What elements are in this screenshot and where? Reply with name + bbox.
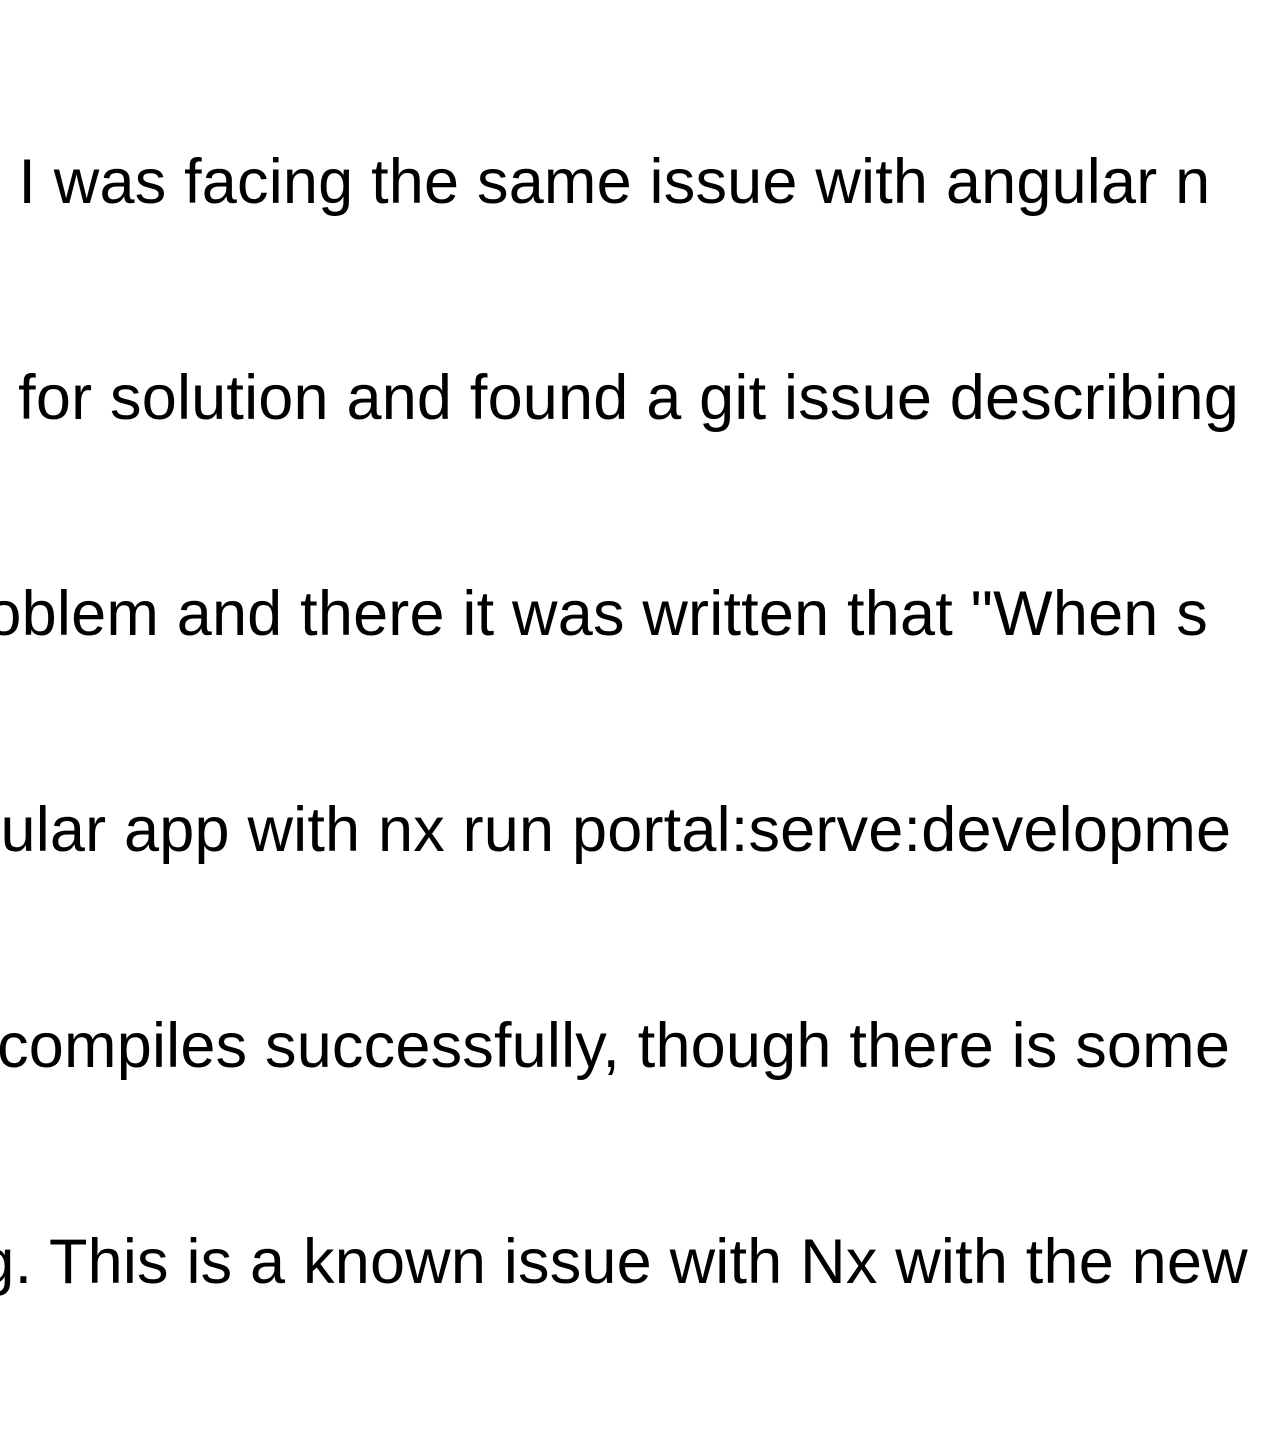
document-viewport: 2: I was facing the same issue with angu… bbox=[0, 0, 1280, 720]
text-line: ed for solution and found a git issue de… bbox=[0, 362, 1248, 434]
answer-text-block: 2: I was facing the same issue with angu… bbox=[0, 2, 1248, 1440]
text-line: ct compiles successfully, though there i… bbox=[0, 1010, 1248, 1082]
text-line: ngular app with nx run portal:serve:deve… bbox=[0, 794, 1248, 866]
text-line: problem and there it was written that "W… bbox=[0, 578, 1248, 650]
text-line: 2: I was facing the same issue with angu… bbox=[0, 146, 1248, 218]
text-line: ing. This is a known issue with Nx with … bbox=[0, 1226, 1248, 1298]
